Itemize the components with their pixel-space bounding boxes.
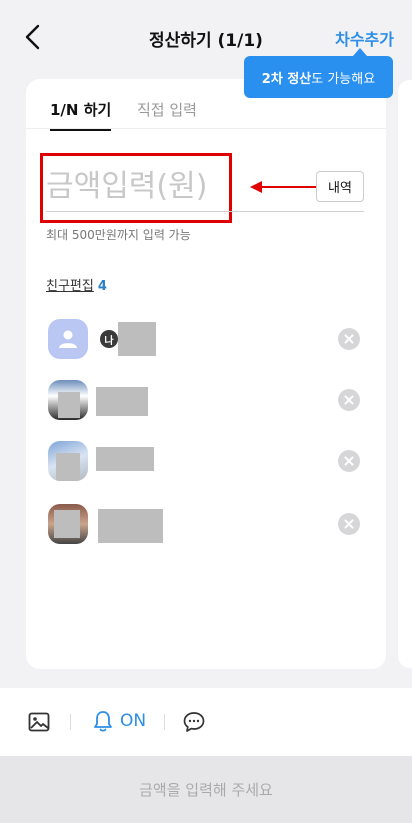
tab-split-evenly[interactable]: 1/N 하기 bbox=[50, 99, 112, 131]
tooltip-bold-text: 2차 정산 bbox=[261, 71, 312, 87]
annotation-arrow-line bbox=[262, 186, 316, 188]
remove-friend-icon[interactable] bbox=[338, 513, 360, 535]
tab-direct-input[interactable]: 직접 입력 bbox=[137, 99, 197, 120]
friend-name bbox=[98, 509, 163, 543]
friends-count: 4 bbox=[97, 279, 107, 294]
friend-name bbox=[96, 447, 154, 471]
default-person-icon bbox=[59, 330, 77, 348]
chat-bubble-icon[interactable] bbox=[182, 710, 206, 734]
avatar bbox=[48, 380, 88, 420]
bottom-toolbar: ON bbox=[0, 688, 412, 756]
remove-friend-icon[interactable] bbox=[338, 450, 360, 472]
edit-friends-link[interactable]: 친구편집 bbox=[46, 279, 94, 294]
me-badge: 나 bbox=[100, 330, 118, 348]
amount-underline bbox=[46, 211, 364, 212]
avatar bbox=[48, 504, 88, 544]
friend-row bbox=[46, 504, 366, 548]
tooltip-text: 도 가능해요 bbox=[311, 71, 376, 87]
friend-name bbox=[118, 322, 156, 356]
submit-button[interactable]: 금액을 입력해 주세요 bbox=[0, 756, 412, 823]
memo-button[interactable]: 내역 bbox=[316, 171, 364, 202]
add-round-button[interactable]: 차수추가 bbox=[335, 26, 394, 50]
friend-row: 나 bbox=[46, 319, 366, 363]
bell-icon bbox=[94, 711, 112, 732]
friend-row bbox=[46, 380, 366, 424]
amount-input[interactable] bbox=[46, 169, 246, 204]
alarm-label: ON bbox=[120, 711, 147, 731]
friends-header: 친구편집 4 bbox=[46, 275, 107, 294]
remove-friend-icon[interactable] bbox=[338, 328, 360, 350]
settlement-card: 1/N 하기 직접 입력 내역 최대 500만원까지 입력 가능 친구편집4 나 bbox=[26, 79, 386, 669]
tooltip: 2차 정산 도 가능해요 bbox=[244, 48, 393, 98]
divider bbox=[70, 714, 71, 730]
annotation-arrow-icon bbox=[250, 181, 262, 193]
remove-friend-icon[interactable] bbox=[338, 389, 360, 411]
friend-name bbox=[96, 387, 148, 416]
image-icon[interactable] bbox=[28, 711, 50, 733]
divider bbox=[164, 714, 165, 730]
avatar bbox=[48, 441, 88, 481]
avatar bbox=[48, 319, 88, 359]
friend-row bbox=[46, 441, 366, 485]
amount-hint: 최대 500만원까지 입력 가능 bbox=[46, 228, 191, 242]
alarm-toggle[interactable]: ON bbox=[92, 709, 146, 733]
next-card-edge bbox=[398, 80, 412, 668]
